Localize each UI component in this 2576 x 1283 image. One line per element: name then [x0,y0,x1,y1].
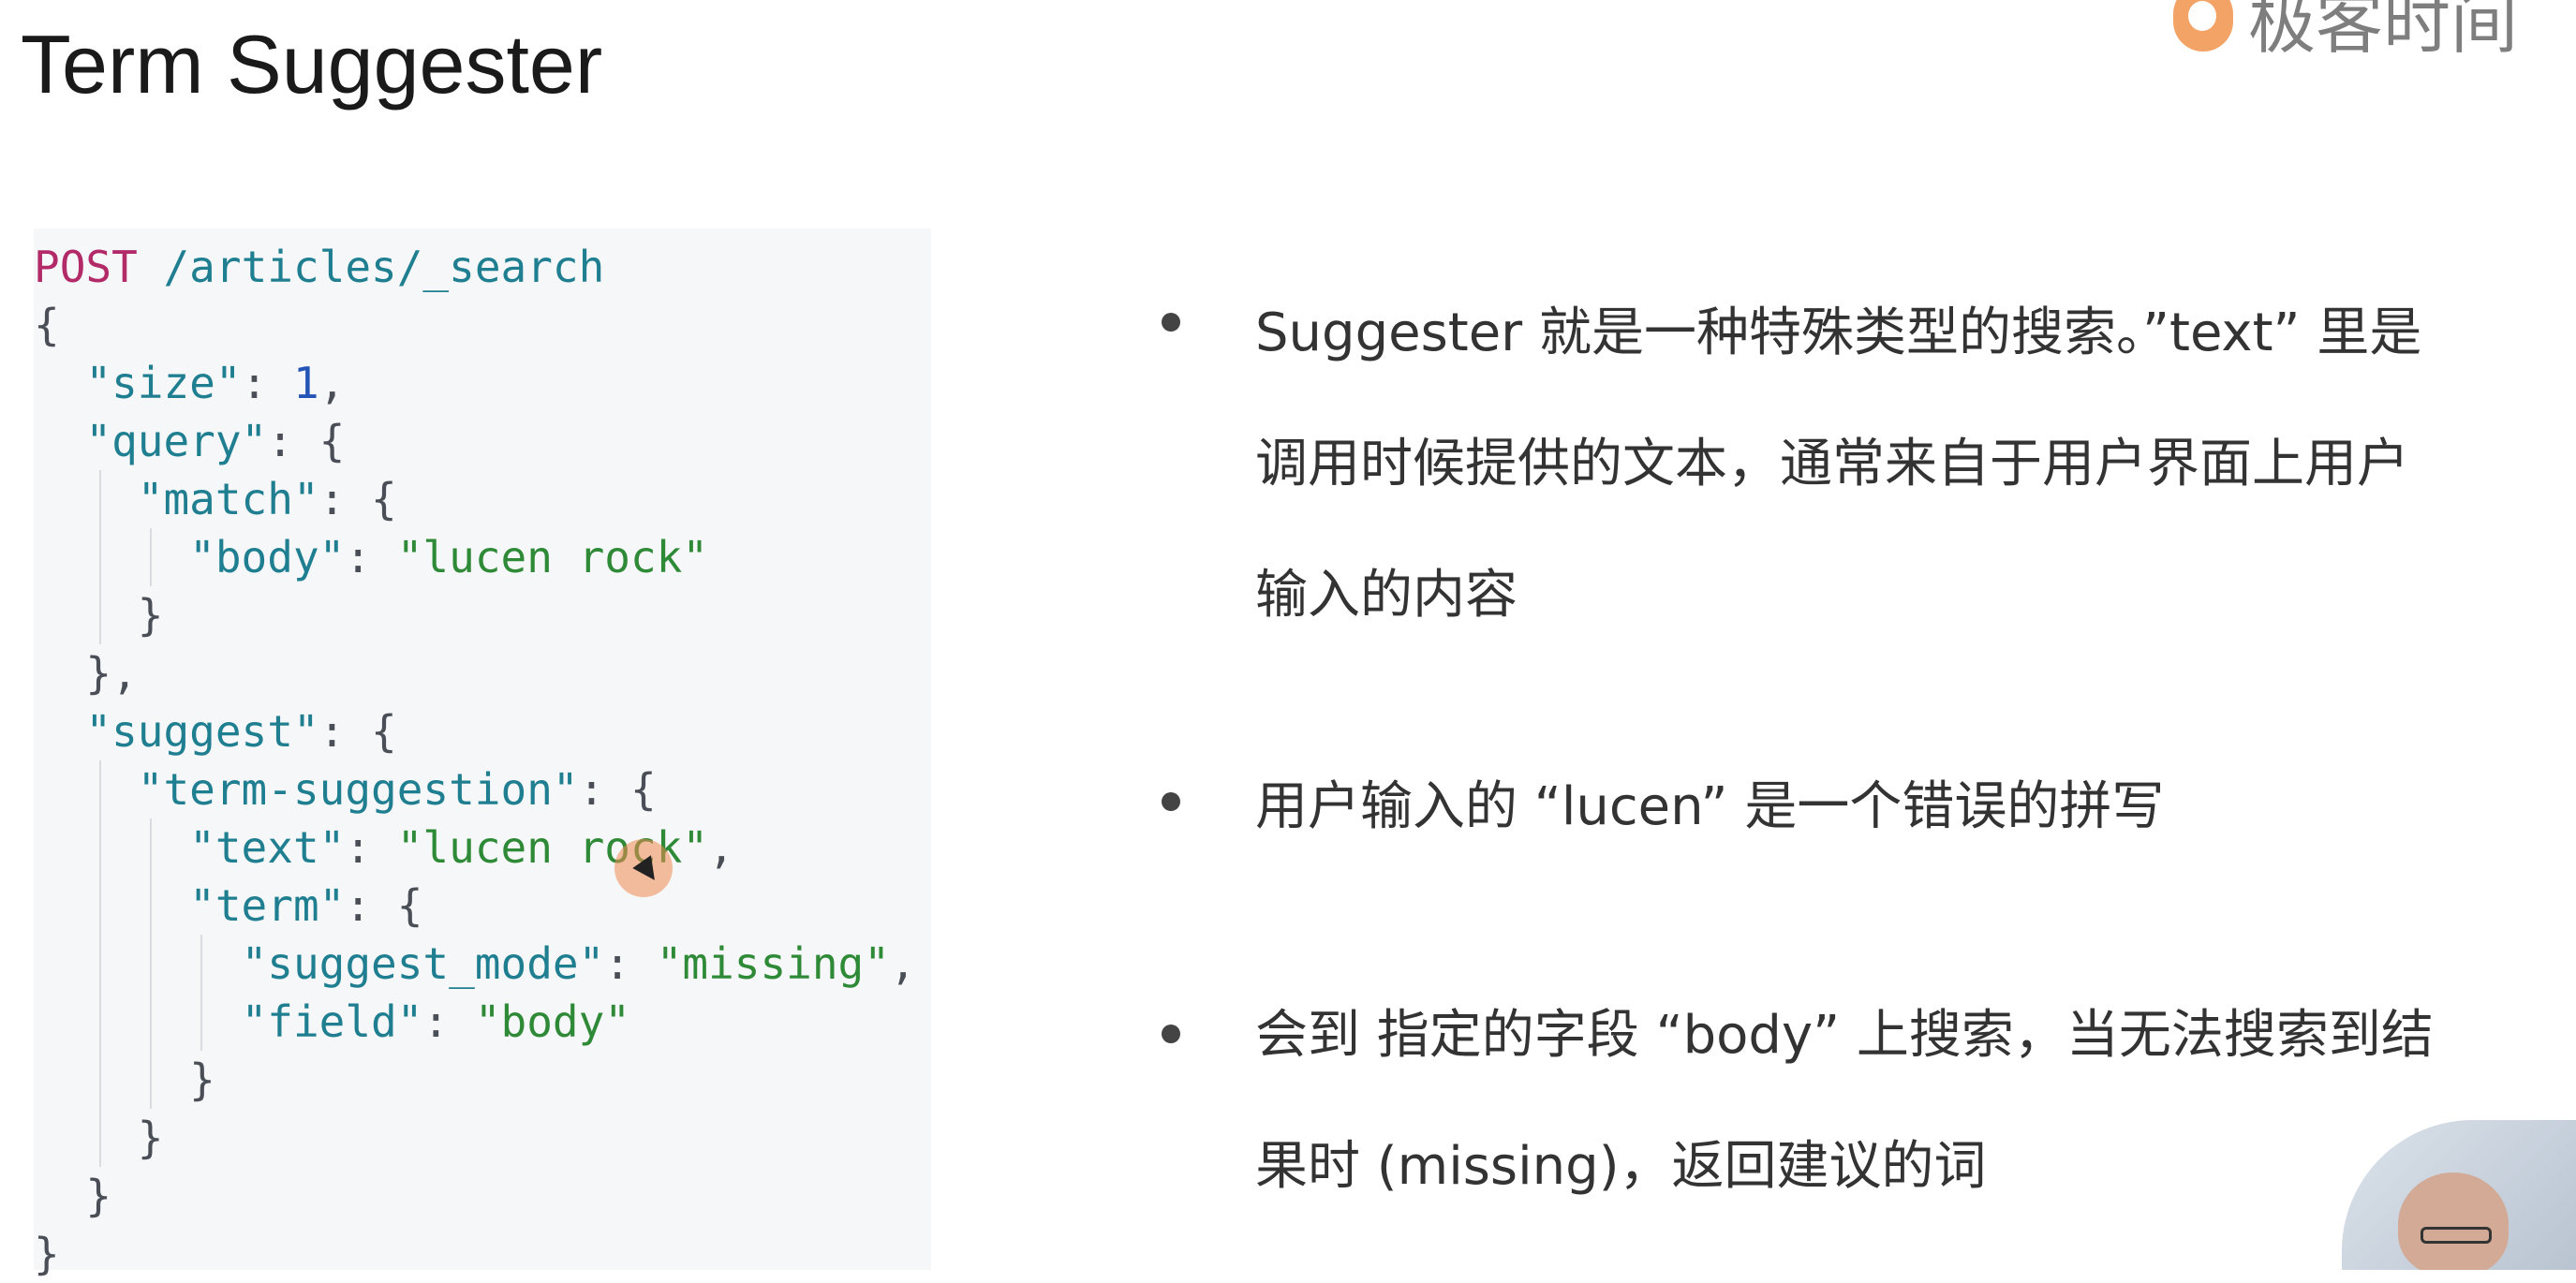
code-token: } [34,1054,215,1105]
code-line: } [34,1167,931,1225]
indent-guide [150,818,152,877]
code-line: "match": { [34,470,931,528]
code-line: } [34,1225,931,1283]
indent-guide [99,586,101,644]
code-line: "query": { [34,412,931,470]
code-token: : [422,996,475,1047]
code-line: "size": 1, [34,354,931,412]
indent-guide [99,1051,101,1109]
indent-guide [99,760,101,818]
code-token: "field" [241,996,423,1047]
code-token: /articles/_search [163,242,605,292]
code-token: "term-suggestion" [137,764,579,815]
code-token: : [241,358,293,408]
indent-guide [99,993,101,1051]
code-token: : { [578,764,657,815]
code-line: } [34,1109,931,1167]
code-line: }, [34,644,931,702]
code-token: }, [34,648,138,699]
code-token: , [708,822,734,873]
glasses-icon [2421,1227,2492,1244]
code-token: : { [318,706,397,757]
code-line: "text": "lucen rock", [34,818,931,877]
indent-guide [150,528,152,586]
indent-guide [150,993,152,1051]
bullet-text: 会到 指定的字段 “body” 上搜索，当无法搜索到结 果时 (missing)… [1255,1005,2434,1197]
code-token: POST [34,242,164,292]
bullet-dot-icon [1162,792,1180,811]
code-token: 1 [292,358,319,408]
indent-guide [150,877,152,935]
code-token: "suggest_mode" [241,938,605,989]
indent-guide [200,935,202,993]
code-token: , [318,358,346,408]
bullet-text: 用户输入的 “lucen” 是一个错误的拼写 [1255,776,2165,837]
indent-guide [200,993,202,1051]
code-token: "body" [189,532,346,583]
code-token: { [34,300,60,350]
code-token: "term" [189,880,346,931]
speaker-avatar [2398,1172,2509,1270]
code-token: "query" [85,416,268,466]
indent-guide [150,1051,152,1109]
bullet-dot-icon [1162,313,1180,332]
code-token: : { [267,416,346,466]
brand-logo: 极客时间 [2172,0,2518,66]
indent-guide [99,528,101,586]
brand-logo-icon [2172,0,2233,52]
indent-guide [99,935,101,993]
code-token: , [889,938,916,989]
indent-guide [150,935,152,993]
code-token: : { [318,474,397,524]
code-line: "term": { [34,877,931,935]
brand-name: 极客时间 [2247,0,2518,63]
code-token: } [34,1171,112,1221]
code-line: } [34,1051,931,1109]
code-token: : [604,938,657,989]
code-token: "size" [85,358,242,408]
code-token: "match" [137,474,319,524]
code-token: : [345,822,397,873]
code-line: } [34,586,931,644]
indent-guide [99,877,101,935]
bullet-dot-icon [1162,1025,1180,1043]
code-token: "body" [474,996,630,1047]
code-line: { [34,296,931,354]
mouse-cursor-icon [614,839,673,897]
code-block: POST /articles/_search{ "size": 1, "quer… [34,229,931,1279]
code-line: "field": "body" [34,993,931,1051]
code-line: "suggest": { [34,702,931,760]
code-line: "body": "lucen rock" [34,528,931,586]
code-token: "lucen rock" [396,532,709,583]
code-token: "suggest" [85,706,319,757]
code-token: : [345,532,397,583]
code-token: } [34,1229,60,1279]
indent-guide [99,1109,101,1167]
code-token: "text" [189,822,346,873]
code-token: : { [345,880,423,931]
page-title: Term Suggester [21,18,603,111]
code-line: "term-suggestion": { [34,760,931,818]
bullet-text: Suggester 就是一种特殊类型的搜索。”text” 里是 调用时候提供的文… [1255,302,2422,626]
indent-guide [99,470,101,528]
code-line: POST /articles/_search [34,238,931,296]
code-token: "missing" [656,938,890,989]
code-line: "suggest_mode": "missing", [34,935,931,993]
indent-guide [99,818,101,877]
